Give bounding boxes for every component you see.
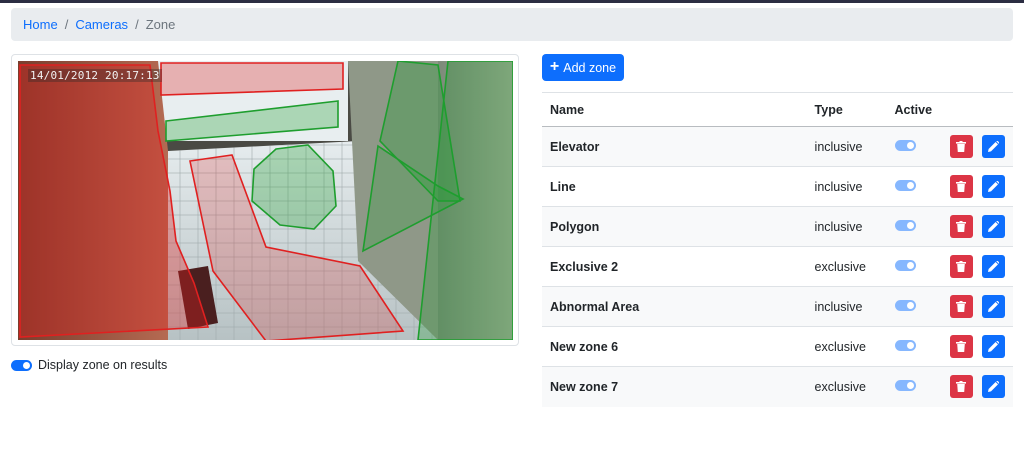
pencil-icon <box>988 141 999 152</box>
display-zone-toggle-row: Display zone on results <box>11 358 167 372</box>
trash-icon <box>956 141 967 152</box>
zone-active-toggle[interactable] <box>894 299 916 311</box>
delete-zone-button[interactable] <box>949 215 973 238</box>
zone-type: exclusive <box>806 326 887 367</box>
camera-card: 14/01/2012 20:17:13 <box>11 54 519 346</box>
edit-zone-button[interactable] <box>982 295 1005 318</box>
table-row: Abnormal Area inclusive <box>542 286 1013 327</box>
zone-name: Polygon <box>542 206 807 247</box>
display-zone-toggle[interactable] <box>11 359 32 371</box>
delete-zone-button[interactable] <box>949 335 973 358</box>
zones-table: Name Type Active Elevator inclusive Line… <box>542 92 1013 407</box>
camera-timestamp: 14/01/2012 20:17:13 <box>28 69 162 82</box>
pencil-icon <box>988 221 999 232</box>
table-row: New zone 7 exclusive <box>542 366 1013 407</box>
zone-type: inclusive <box>806 286 887 327</box>
table-row: Polygon inclusive <box>542 206 1013 247</box>
column-header-actions <box>941 92 1013 127</box>
breadcrumb-home-link[interactable]: Home <box>23 17 58 32</box>
zone-active-toggle[interactable] <box>894 259 916 271</box>
pencil-icon <box>988 261 999 272</box>
edit-zone-button[interactable] <box>982 215 1005 238</box>
zone-name: Elevator <box>542 126 807 167</box>
zone-type: exclusive <box>806 246 887 287</box>
pencil-icon <box>988 181 999 192</box>
zone-name: Line <box>542 166 807 207</box>
trash-icon <box>956 221 967 232</box>
column-header-type: Type <box>806 92 887 127</box>
zone-name: Exclusive 2 <box>542 246 807 287</box>
edit-zone-button[interactable] <box>982 175 1005 198</box>
delete-zone-button[interactable] <box>949 375 973 399</box>
delete-zone-button[interactable] <box>949 295 973 318</box>
breadcrumb-current: Zone <box>145 17 176 32</box>
zone-name: New zone 6 <box>542 326 807 367</box>
zone-active-toggle[interactable] <box>894 179 916 191</box>
table-row: Line inclusive <box>542 166 1013 207</box>
table-row: New zone 6 exclusive <box>542 326 1013 367</box>
trash-icon <box>956 261 967 272</box>
zone-type: inclusive <box>806 206 887 247</box>
delete-zone-button[interactable] <box>949 175 973 198</box>
breadcrumb-cameras-link[interactable]: Cameras <box>75 17 128 32</box>
top-bar <box>0 0 1024 3</box>
edit-zone-button[interactable] <box>982 135 1005 158</box>
table-header-row: Name Type Active <box>542 92 1013 127</box>
trash-icon <box>956 381 967 393</box>
zone-active-toggle[interactable] <box>894 379 916 391</box>
zone-name: Abnormal Area <box>542 286 807 327</box>
zone-type: inclusive <box>806 126 887 167</box>
camera-snapshot[interactable]: 14/01/2012 20:17:13 <box>18 61 513 340</box>
breadcrumb-separator: / <box>135 17 139 32</box>
zone-active-toggle[interactable] <box>894 219 916 231</box>
display-zone-label: Display zone on results <box>38 358 168 372</box>
add-zone-label: Add zone <box>563 60 617 75</box>
pencil-icon <box>988 301 999 312</box>
trash-icon <box>956 181 967 192</box>
zone-overlay-exclusive[interactable] <box>160 62 344 96</box>
zone-active-toggle[interactable] <box>894 139 916 151</box>
add-zone-button[interactable]: + Add zone <box>542 54 624 81</box>
delete-zone-button[interactable] <box>949 255 973 278</box>
zone-type: inclusive <box>806 166 887 207</box>
pencil-icon <box>988 381 999 393</box>
table-row: Exclusive 2 exclusive <box>542 246 1013 287</box>
pencil-icon <box>988 341 999 352</box>
edit-zone-button[interactable] <box>982 255 1005 278</box>
camera-scene <box>18 61 513 340</box>
column-header-name: Name <box>542 92 807 127</box>
delete-zone-button[interactable] <box>949 135 973 158</box>
breadcrumb: Home / Cameras / Zone <box>11 8 1013 41</box>
trash-icon <box>956 341 967 352</box>
zone-type: exclusive <box>806 366 887 407</box>
breadcrumb-separator: / <box>64 17 69 32</box>
edit-zone-button[interactable] <box>982 375 1005 399</box>
zone-name: New zone 7 <box>542 366 807 407</box>
plus-icon: + <box>549 58 560 75</box>
column-header-active: Active <box>886 92 942 127</box>
table-row: Elevator inclusive <box>542 126 1013 167</box>
zone-active-toggle[interactable] <box>894 339 916 351</box>
edit-zone-button[interactable] <box>982 335 1005 358</box>
trash-icon <box>956 301 967 312</box>
